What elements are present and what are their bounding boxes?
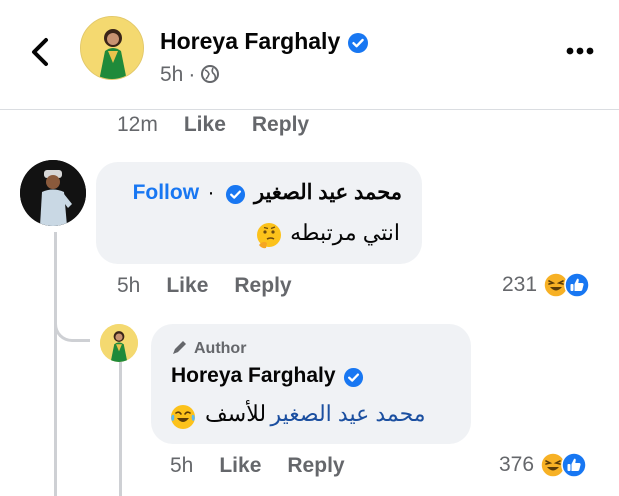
globe-icon (201, 65, 220, 83)
meta-separator: · (188, 63, 196, 86)
follow-separator: · (207, 181, 215, 204)
reply-time: 5h (170, 454, 194, 477)
more-horizontal-icon[interactable] (565, 46, 595, 56)
reply-reactions[interactable]: 376 (499, 452, 587, 478)
tears-of-joy-icon (171, 404, 195, 429)
reply-reply-button[interactable]: Reply (287, 454, 344, 477)
comment-bubble[interactable]: Follow · محمد عيد الصغير انتي مرتبطه (96, 162, 422, 264)
post-time[interactable]: 5h (160, 63, 183, 86)
comment-body: انتي مرتبطه (254, 220, 400, 251)
post-meta: 5h · (160, 63, 220, 87)
thread-line (54, 232, 57, 496)
author-name-text[interactable]: Horeya Farghaly (160, 28, 340, 54)
reply-header: Horeya Farghaly (171, 364, 364, 388)
reply-author-avatar-image (100, 324, 138, 362)
author-badge: Author (171, 338, 246, 358)
comment-header: Follow · محمد عيد الصغير (133, 180, 402, 205)
thumbs-up-icon (561, 452, 587, 478)
comment-like-button[interactable]: Like (166, 274, 208, 297)
post-header: Horeya Farghaly 5h · (0, 0, 619, 110)
reply-actions: 5h Like Reply (170, 454, 371, 478)
reply-reply-label[interactable]: Reply (287, 454, 344, 477)
reply-connector (54, 300, 90, 342)
author-name[interactable]: Horeya Farghaly (160, 28, 369, 55)
prev-like-button[interactable]: Like (184, 113, 226, 136)
comment-reply-button[interactable]: Reply (234, 274, 291, 297)
reply-body: محمد عيد الصغير للأسف (169, 401, 426, 431)
author-avatar-image (81, 17, 143, 79)
comment-text: انتي مرتبطه (290, 220, 400, 245)
prev-reply-button[interactable]: Reply (252, 113, 309, 136)
prev-comment-actions: 12m Like Reply (117, 113, 335, 137)
comment-author[interactable]: محمد عيد الصغير (254, 181, 402, 204)
comment-time: 5h (117, 274, 141, 297)
commenter-avatar[interactable] (20, 160, 86, 226)
comment-actions: 5h Like Reply (117, 274, 318, 298)
reply-like-label[interactable]: Like (219, 454, 261, 477)
comment-reply-label[interactable]: Reply (234, 274, 291, 297)
reply-bubble[interactable]: Author Horeya Farghaly محمد عيد الصغير ل… (151, 324, 471, 444)
prev-like-label[interactable]: Like (184, 113, 226, 136)
prev-comment-time: 12m (117, 113, 158, 136)
thinking-face-icon (257, 222, 282, 248)
comment-reactions[interactable]: 231 (502, 272, 590, 298)
chevron-left-icon[interactable] (26, 34, 54, 70)
author-avatar[interactable] (80, 16, 144, 80)
comment-reaction-count: 231 (502, 273, 538, 296)
verified-badge-icon (225, 185, 246, 205)
reply-author-avatar[interactable] (100, 324, 138, 362)
thumbs-up-icon (564, 272, 590, 298)
commenter-avatar-image (20, 160, 86, 226)
reply-like-button[interactable]: Like (219, 454, 261, 477)
reply-thread-line (119, 362, 122, 496)
reply-text: للأسف (205, 401, 267, 426)
mention-link[interactable]: محمد عيد الصغير (271, 401, 426, 426)
verified-badge-icon (343, 368, 363, 388)
pencil-icon (173, 341, 186, 354)
comment-like-label[interactable]: Like (166, 274, 208, 297)
verified-badge-icon (348, 32, 369, 53)
reply-reaction-count: 376 (499, 453, 535, 476)
follow-button[interactable]: Follow (133, 181, 200, 204)
prev-reply-label[interactable]: Reply (252, 113, 309, 136)
reply-author[interactable]: Horeya Farghaly (171, 364, 336, 387)
author-badge-label: Author (194, 340, 247, 357)
